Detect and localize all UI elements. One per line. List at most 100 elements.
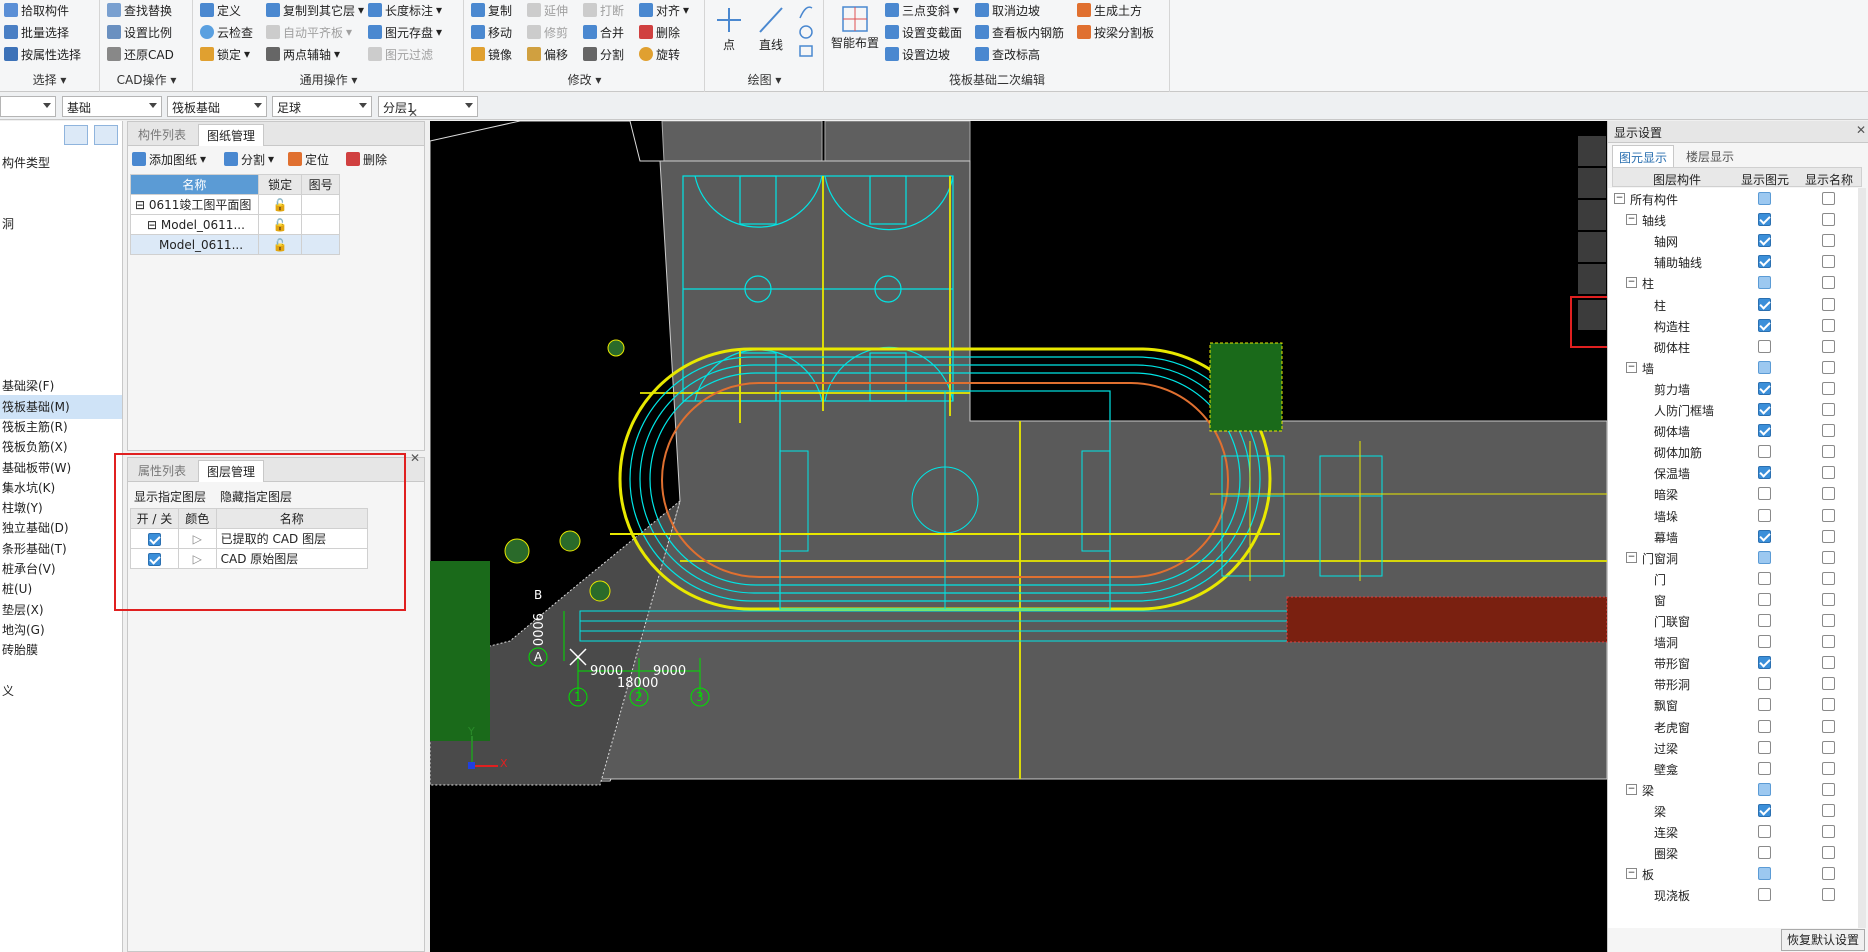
scrollbar[interactable]	[1858, 188, 1866, 928]
expand-icon[interactable]: ▷	[193, 532, 202, 546]
show-name-checkbox[interactable]	[1822, 403, 1835, 416]
locate-button[interactable]: 定位	[288, 149, 329, 169]
display-row[interactable]: 暗梁	[1612, 483, 1860, 504]
group-label-draw[interactable]: 绘图 ▾	[706, 71, 823, 88]
view-refresh-icon[interactable]	[1578, 264, 1606, 294]
show-name-checkbox[interactable]	[1822, 656, 1835, 670]
show-name-checkbox[interactable]	[1822, 487, 1835, 501]
show-element-checkbox[interactable]	[1758, 677, 1771, 691]
show-name-checkbox[interactable]	[1822, 803, 1835, 817]
drawing-name-cell[interactable]: Model_0611...	[130, 234, 259, 255]
display-row[interactable]: − 门窗洞	[1612, 547, 1860, 568]
show-element-checkbox[interactable]	[1758, 508, 1771, 522]
show-name-checkbox[interactable]	[1822, 424, 1835, 438]
cancel-edge-slope-button[interactable]: 取消边坡	[975, 0, 1040, 20]
variable-section-button[interactable]: 设置变截面	[885, 22, 962, 42]
show-element-checkbox[interactable]	[1758, 867, 1771, 881]
drawing-row[interactable]: Model_0611... 🔓	[130, 234, 340, 255]
component-combo[interactable]: 足球	[272, 96, 372, 117]
show-element-checkbox[interactable]	[1758, 339, 1771, 353]
display-row[interactable]: 砌体加筋	[1612, 441, 1860, 462]
show-element-checkbox[interactable]	[1758, 276, 1771, 290]
show-element-checkbox[interactable]	[1758, 487, 1771, 501]
display-row[interactable]: − 轴线	[1612, 209, 1860, 230]
split-button[interactable]: 分割	[583, 44, 624, 64]
auto-align-slab-button[interactable]: 自动平齐板 ▾	[266, 22, 352, 42]
group-label-modify[interactable]: 修改 ▾	[465, 71, 704, 88]
show-name-checkbox[interactable]	[1822, 592, 1835, 606]
show-element-checkbox[interactable]	[1758, 803, 1771, 817]
tab-layer-management[interactable]: 图层管理	[198, 460, 265, 482]
show-name-checkbox[interactable]	[1822, 466, 1835, 480]
show-element-checkbox[interactable]	[1758, 761, 1771, 775]
show-name-checkbox[interactable]	[1822, 677, 1835, 691]
break-button[interactable]: 打断	[583, 0, 624, 20]
view-orbit-icon[interactable]	[1578, 136, 1606, 166]
lock-cell[interactable]: 🔓	[257, 234, 303, 255]
display-row[interactable]: 剪力墙	[1612, 378, 1860, 399]
layer-row[interactable]: ▷ 已提取的 CAD 图层	[130, 528, 369, 549]
tab-component-list[interactable]: 构件列表	[130, 124, 194, 146]
show-name-checkbox[interactable]	[1822, 192, 1835, 205]
display-row[interactable]: 幕墙	[1612, 526, 1860, 547]
show-element-checkbox[interactable]	[1758, 719, 1771, 733]
show-name-checkbox[interactable]	[1822, 740, 1835, 754]
show-name-checkbox[interactable]	[1822, 529, 1835, 543]
trim-button[interactable]: 修剪	[527, 22, 568, 42]
show-element-checkbox[interactable]	[1758, 888, 1771, 902]
col-name[interactable]: 名称	[130, 174, 259, 195]
show-name-checkbox[interactable]	[1822, 360, 1835, 374]
show-name-checkbox[interactable]	[1822, 381, 1835, 395]
collapse-icon[interactable]: −	[1626, 361, 1637, 373]
view-2d-icon[interactable]	[1578, 168, 1606, 198]
delete-button[interactable]: 删除	[639, 22, 680, 42]
show-element-checkbox[interactable]	[1758, 234, 1771, 248]
layer-visible-checkbox[interactable]	[147, 552, 161, 566]
show-element-checkbox[interactable]	[1758, 213, 1771, 227]
show-name-checkbox[interactable]	[1822, 213, 1835, 227]
drawing-row[interactable]: ⊟ 0611竣工图平面图 🔓	[130, 194, 340, 215]
unlock-icon[interactable]: 🔓	[273, 198, 288, 212]
display-row[interactable]: 人防门框墙	[1612, 399, 1860, 420]
collapse-icon[interactable]: −	[1626, 868, 1637, 880]
draw-tools-mini[interactable]	[796, 2, 816, 66]
col-lock[interactable]: 锁定	[257, 174, 303, 195]
show-name-checkbox[interactable]	[1822, 719, 1835, 733]
delete-drawing-button[interactable]: 删除	[346, 149, 387, 169]
display-row[interactable]: − 柱	[1612, 272, 1860, 293]
show-name-checkbox[interactable]	[1822, 635, 1835, 649]
display-row[interactable]: 墙洞	[1612, 631, 1860, 652]
type-combo[interactable]: 筏板基础	[167, 96, 267, 117]
display-row[interactable]: 轴网	[1612, 230, 1860, 251]
show-element-checkbox[interactable]	[1758, 846, 1771, 860]
split-by-beam-button[interactable]: 按梁分割板	[1077, 22, 1154, 42]
restore-cad-button[interactable]: 还原CAD	[107, 44, 174, 64]
select-by-attribute-button[interactable]: 按属性选择	[4, 44, 81, 64]
length-dimension-button[interactable]: 长度标注 ▾	[368, 0, 442, 20]
floor-combo[interactable]	[0, 96, 56, 117]
lock-cell[interactable]: 🔓	[257, 214, 303, 235]
lock-button[interactable]: 锁定 ▾	[200, 44, 250, 64]
tab-drawing-management[interactable]: 图纸管理	[198, 124, 265, 146]
define-button[interactable]: 定义	[200, 0, 241, 20]
show-layer-button[interactable]: 显示指定图层	[134, 488, 206, 505]
show-name-checkbox[interactable]	[1822, 614, 1835, 627]
copy-button[interactable]: 复制	[471, 0, 512, 20]
layer-row[interactable]: ▷ CAD 原始图层	[130, 548, 369, 569]
show-name-checkbox[interactable]	[1822, 297, 1835, 311]
display-row[interactable]: 壁龛	[1612, 758, 1860, 779]
layer-combo[interactable]: 分层1	[378, 96, 478, 117]
drawing-row[interactable]: ⊟ Model_0611... 🔓	[130, 214, 340, 235]
collapse-icon[interactable]: −	[1626, 551, 1637, 563]
show-element-checkbox[interactable]	[1758, 571, 1771, 585]
show-name-checkbox[interactable]	[1822, 888, 1835, 902]
display-row[interactable]: − 墙	[1612, 357, 1860, 378]
drawing-name-cell[interactable]: ⊟ 0611竣工图平面图	[130, 194, 259, 215]
show-element-checkbox[interactable]	[1758, 255, 1771, 269]
view-3d-icon[interactable]	[1578, 200, 1606, 230]
group-label-cad[interactable]: CAD操作 ▾	[101, 71, 192, 88]
collapse-icon[interactable]: −	[1626, 783, 1637, 795]
display-row[interactable]: 门联窗	[1612, 610, 1860, 631]
display-row[interactable]: 构造柱	[1612, 315, 1860, 336]
tab-floor-display[interactable]: 楼层显示	[1680, 145, 1740, 167]
